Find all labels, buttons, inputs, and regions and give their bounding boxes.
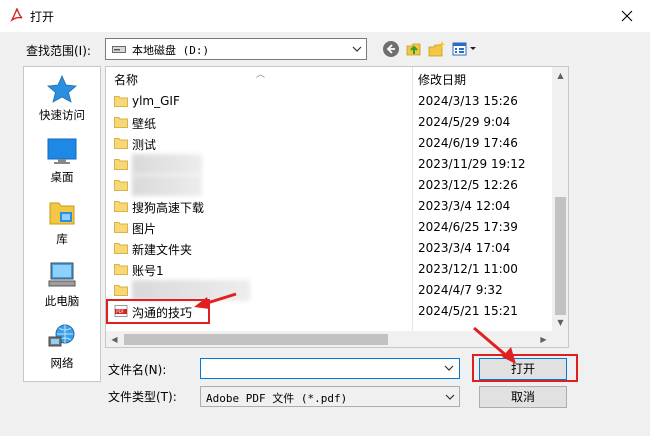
file-name: 图片	[132, 222, 157, 236]
vertical-scrollbar[interactable]: ▲ ▼	[552, 67, 568, 331]
list-item[interactable]: 搜狗高速下载 2023/3/4 12:04	[106, 196, 552, 217]
star-icon	[47, 75, 77, 103]
place-this-pc[interactable]: 此电脑	[24, 261, 100, 319]
file-date: 2024/5/29 9:04	[418, 115, 511, 129]
file-date: 2024/6/25 17:39	[418, 220, 518, 234]
list-item[interactable]: 2023/11/29 19:12	[106, 154, 552, 175]
places-bar: 快速访问 桌面 库 此电脑 网络	[23, 66, 101, 382]
folder-icon	[114, 264, 128, 275]
list-item[interactable]: 测试 2024/6/19 17:46	[106, 133, 552, 154]
chevron-down-icon	[352, 46, 362, 52]
file-date: 2024/5/21 15:21	[418, 304, 518, 318]
folder-icon	[114, 222, 128, 233]
column-header-date[interactable]: 修改日期	[418, 71, 466, 88]
chevron-down-icon	[445, 394, 455, 400]
file-date: 2023/3/4 17:04	[418, 241, 511, 255]
open-button[interactable]: 打开	[479, 358, 567, 380]
filetype-label: 文件类型(T):	[108, 390, 177, 404]
window-title: 打开	[30, 10, 55, 24]
scroll-left-icon[interactable]: ◀	[106, 331, 123, 347]
library-icon	[49, 202, 75, 225]
file-name: 账号1	[132, 264, 164, 278]
blurred-name	[132, 175, 202, 196]
folder-icon	[114, 180, 128, 191]
column-header-name[interactable]: 名称	[114, 71, 138, 88]
place-label: 库	[56, 232, 68, 246]
scroll-down-icon[interactable]: ▼	[552, 314, 568, 331]
file-date: 2024/6/19 17:46	[418, 136, 518, 150]
file-date: 2023/12/1 11:00	[418, 262, 518, 276]
place-label: 桌面	[50, 170, 74, 184]
place-library[interactable]: 库	[24, 199, 100, 257]
list-item[interactable]: 图片 2024/6/25 17:39	[106, 217, 552, 238]
list-item[interactable]: ylm_GIF 2024/3/13 15:26	[106, 91, 552, 112]
drive-icon	[112, 46, 126, 53]
pdf-app-icon	[10, 8, 23, 22]
folder-icon	[114, 117, 128, 128]
cancel-button[interactable]: 取消	[479, 386, 567, 408]
scrollbar-corner	[552, 331, 568, 347]
title-bar: 打开	[0, 0, 650, 32]
up-folder-icon[interactable]	[405, 40, 423, 58]
filetype-value: Adobe PDF 文件 (*.pdf)	[206, 392, 348, 405]
network-icon	[48, 324, 75, 347]
folder-icon	[114, 138, 128, 149]
filename-input[interactable]	[200, 358, 460, 379]
folder-icon	[114, 201, 128, 212]
folder-icon	[114, 285, 128, 296]
place-network[interactable]: 网络	[24, 323, 100, 381]
file-date: 2024/4/7 9:32	[418, 283, 503, 297]
lookin-value: 本地磁盘 (D:)	[132, 44, 210, 57]
horizontal-scrollbar[interactable]: ◀ ▶	[106, 331, 552, 347]
place-quick-access[interactable]: 快速访问	[24, 75, 100, 133]
file-name: 测试	[132, 138, 157, 152]
scroll-right-icon[interactable]: ▶	[535, 331, 552, 347]
list-item[interactable]: 壁纸 2024/5/29 9:04	[106, 112, 552, 133]
place-label: 网络	[50, 356, 74, 370]
place-label: 此电脑	[44, 294, 80, 308]
sort-up-icon: ︿	[256, 70, 266, 80]
horizontal-scroll-thumb[interactable]	[124, 334, 388, 345]
scroll-up-icon[interactable]: ▲	[552, 67, 568, 84]
back-icon[interactable]	[382, 40, 400, 58]
filetype-select[interactable]: Adobe PDF 文件 (*.pdf)	[200, 386, 460, 407]
file-name: 壁纸	[132, 117, 157, 131]
folder-icon	[114, 159, 128, 170]
folder-icon	[114, 96, 128, 107]
lookin-label: 查找范围(I):	[26, 44, 91, 58]
list-item[interactable]: 2024/4/7 9:32	[106, 280, 552, 301]
blurred-name	[132, 154, 202, 175]
blurred-name	[132, 280, 250, 301]
close-icon[interactable]	[604, 0, 650, 32]
file-date: 2023/11/29 19:12	[418, 157, 526, 171]
list-item[interactable]: 账号1 2023/12/1 11:00	[106, 259, 552, 280]
file-date: 2024/3/13 15:26	[418, 94, 518, 108]
file-name: ylm_GIF	[132, 94, 180, 108]
list-item[interactable]: 2023/12/5 12:26	[106, 175, 552, 196]
new-folder-icon[interactable]	[428, 40, 446, 58]
file-date: 2023/12/5 12:26	[418, 178, 518, 192]
desktop-icon	[47, 138, 77, 164]
lookin-combo[interactable]: 本地磁盘 (D:)	[105, 38, 367, 60]
folder-icon	[114, 243, 128, 254]
computer-icon	[48, 262, 76, 287]
filename-label: 文件名(N):	[108, 363, 167, 377]
view-menu-icon[interactable]	[452, 40, 478, 58]
highlight-box-file	[106, 299, 210, 324]
vertical-scroll-thumb[interactable]	[555, 197, 566, 315]
file-name: 搜狗高速下载	[132, 201, 205, 215]
place-desktop[interactable]: 桌面	[24, 137, 100, 195]
place-label: 快速访问	[39, 108, 85, 122]
list-item[interactable]: 新建文件夹 2023/3/4 17:04	[106, 238, 552, 259]
file-name: 新建文件夹	[132, 243, 193, 257]
file-date: 2023/3/4 12:04	[418, 199, 511, 213]
